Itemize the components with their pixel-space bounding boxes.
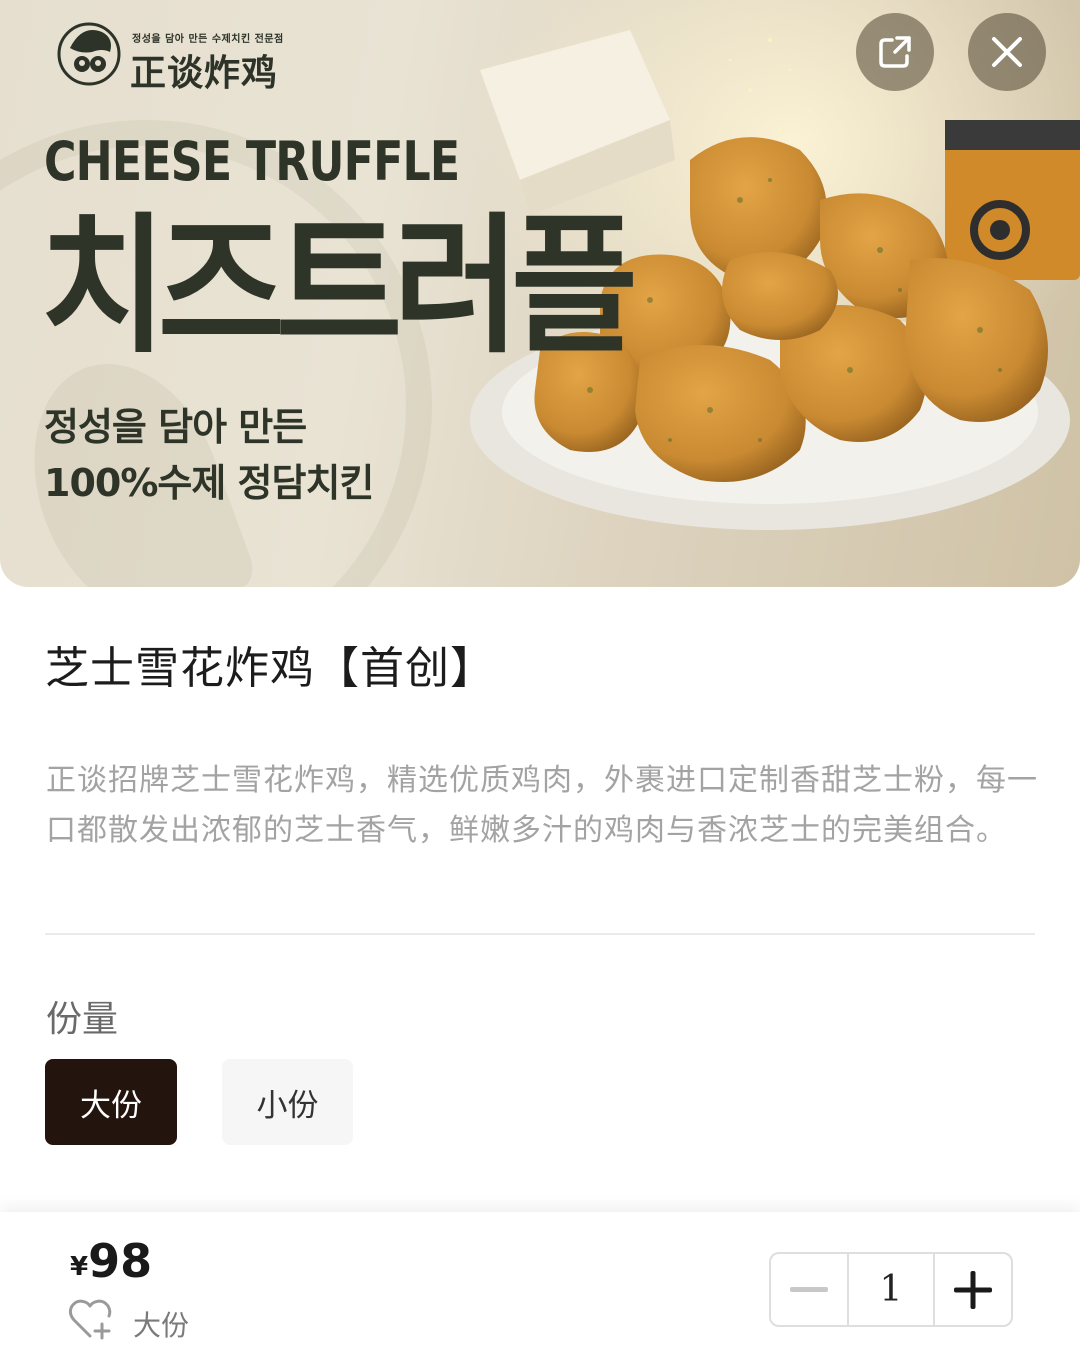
brand-tagline: 정성을 담아 만든 수제치킨 전문점 bbox=[132, 34, 284, 45]
heart-plus-icon[interactable] bbox=[66, 1296, 114, 1340]
price: ¥98 bbox=[70, 1234, 152, 1288]
product-description: 正谈招牌芝士雪花炸鸡，精选优质鸡肉，外裹进口定制香甜芝士粉，每一口都散发出浓郁的… bbox=[46, 763, 1038, 848]
spec-label: 份量 bbox=[46, 999, 119, 1040]
mascot-icon bbox=[57, 22, 121, 86]
brand-logo: 정성을 담아 만든 수제치킨 전문점 正谈炸鸡 bbox=[52, 18, 292, 94]
brand-name: 正谈炸鸡 bbox=[130, 53, 279, 94]
subline-1: 정성을 담아 만든 bbox=[44, 405, 307, 449]
selected-spec-text: 大份 bbox=[133, 1309, 190, 1342]
quantity-value[interactable]: 1 bbox=[847, 1254, 935, 1325]
headline-korean: 치즈트러플 bbox=[40, 200, 638, 374]
spec-option-small[interactable]: 小份 bbox=[222, 1059, 353, 1145]
minus-icon bbox=[790, 1286, 828, 1292]
divider bbox=[45, 933, 1035, 935]
increase-button[interactable] bbox=[935, 1254, 1011, 1325]
plus-icon bbox=[954, 1270, 992, 1309]
price-currency: ¥ bbox=[70, 1252, 89, 1282]
quantity-stepper: 1 bbox=[769, 1252, 1013, 1327]
share-button[interactable] bbox=[856, 13, 934, 91]
hero-banner: 정성을 담아 만든 수제치킨 전문점 正谈炸鸡 CHEESE TRUFFLE 치… bbox=[0, 0, 1080, 587]
price-amount: 98 bbox=[88, 1234, 153, 1288]
subline-2: 100%수제 정담치킨 bbox=[44, 461, 374, 505]
headline-english: CHEESE TRUFFLE bbox=[44, 130, 460, 193]
spec-option-large[interactable]: 大份 bbox=[45, 1059, 177, 1145]
share-icon bbox=[879, 36, 911, 68]
close-button[interactable] bbox=[968, 13, 1046, 91]
decrease-button[interactable] bbox=[771, 1254, 847, 1325]
product-title: 芝士雪花炸鸡【首创】 bbox=[45, 643, 495, 694]
close-icon bbox=[992, 37, 1022, 67]
bottom-bar: ¥98 大份 1 bbox=[0, 1212, 1080, 1353]
